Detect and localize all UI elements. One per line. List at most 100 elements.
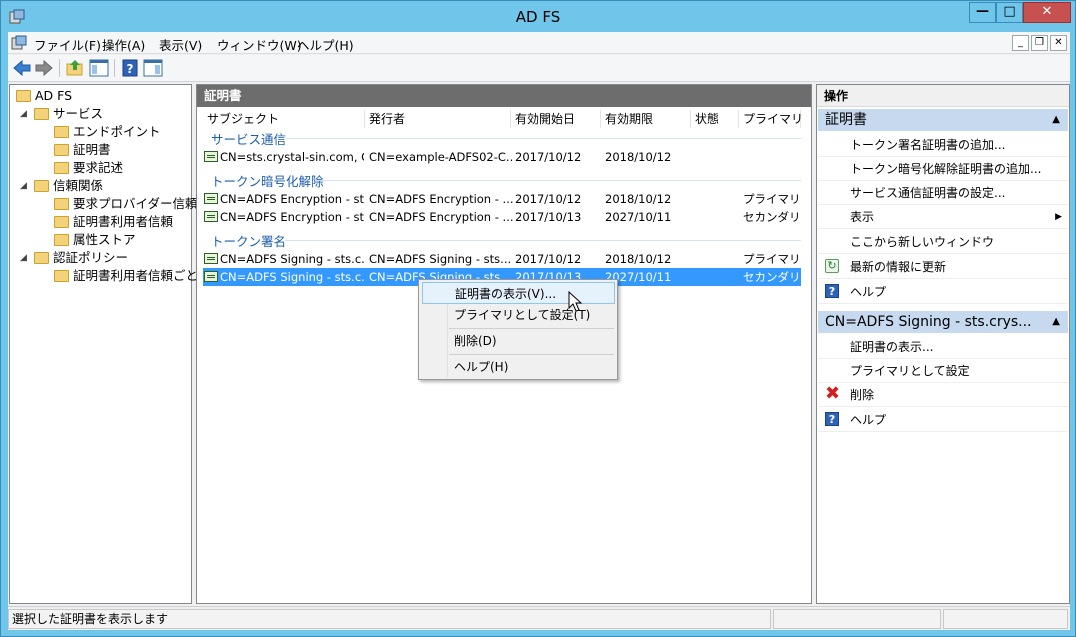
tree-node-relying-party-trusts[interactable]: 証明書利用者信頼 [54, 213, 173, 231]
context-menu: 証明書の表示(V)... プライマリとして設定(T) 削除(D) ヘルプ(H) [418, 279, 618, 380]
window-title: AD FS [515, 8, 561, 26]
close-button[interactable]: ✕ [1023, 2, 1071, 23]
actions-section-selected-cert[interactable]: CN=ADFS Signing - sts.crys... ▲ [818, 311, 1068, 333]
help-icon: ? [825, 284, 839, 298]
status-cell-3 [943, 609, 1068, 629]
title-bar[interactable]: AD FS — □ ✕ [1, 1, 1075, 33]
status-cell-2 [773, 609, 941, 629]
tree-node-attribute-stores[interactable]: 属性ストア [54, 231, 136, 249]
status-text: 選択した証明書を表示します [8, 609, 771, 629]
action-view[interactable]: 表示 ▶ [818, 205, 1068, 229]
show-hide-action-pane-icon[interactable] [142, 57, 164, 79]
action-help-selected[interactable]: ? ヘルプ [818, 408, 1068, 432]
menu-help[interactable]: ヘルプ(H) [297, 35, 354, 54]
folder-icon [54, 270, 69, 282]
group-service-communications: サービス通信 [211, 132, 287, 147]
context-help[interactable]: ヘルプ(H) [422, 356, 615, 378]
help-icon: ? [825, 412, 839, 426]
group-token-decrypting: トークン暗号化解除 [211, 174, 324, 189]
tree-node-certificates[interactable]: 証明書 [54, 141, 111, 159]
action-new-window[interactable]: ここから新しいウィンドウ [818, 230, 1068, 254]
action-add-token-decrypting-cert[interactable]: トークン暗号化解除証明書の追加... [818, 157, 1068, 181]
minimize-button[interactable]: — [969, 2, 996, 23]
help-icon[interactable]: ? [119, 57, 141, 79]
column-issuer[interactable]: 発行者 [365, 110, 511, 128]
tree-node-service[interactable]: サービス [34, 105, 103, 123]
svg-text:?: ? [127, 62, 134, 76]
context-delete[interactable]: 削除(D) [422, 330, 615, 352]
folder-icon [34, 252, 49, 264]
tree-node-claim-descriptions[interactable]: 要求記述 [54, 159, 123, 177]
expander-icon[interactable]: ◢ [20, 177, 30, 195]
action-add-token-signing-cert[interactable]: トークン署名証明書の追加... [818, 133, 1068, 157]
menu-file[interactable]: ファイル(F) [34, 35, 101, 54]
group-token-signing: トークン署名 [211, 234, 287, 249]
tree-node-per-relying-party-trust[interactable]: 証明書利用者信頼ごと [54, 267, 198, 285]
tree-node-endpoints[interactable]: エンドポイント [54, 123, 161, 141]
delete-icon: ✖ [825, 383, 841, 404]
action-view-certificate[interactable]: 証明書の表示... [818, 335, 1068, 359]
context-set-as-primary[interactable]: プライマリとして設定(T) [422, 304, 615, 326]
column-subject[interactable]: サブジェクト [203, 110, 365, 128]
tree-node-trust-relationships[interactable]: 信頼関係 [34, 177, 103, 195]
show-hide-tree-icon[interactable] [88, 57, 110, 79]
menu-action[interactable]: 操作(A) [102, 35, 145, 54]
table-row[interactable]: CN=ADFS Signing - sts.c... CN=ADFS Signi… [203, 250, 801, 268]
certificate-icon [204, 211, 218, 222]
action-set-service-comm-cert[interactable]: サービス通信証明書の設定... [818, 181, 1068, 205]
table-row[interactable]: CN=sts.crystal-sin.com, O... CN=example-… [203, 148, 801, 166]
table-row[interactable]: CN=ADFS Encryption - st... CN=ADFS Encry… [203, 190, 801, 208]
column-end-date[interactable]: 有効期限 [601, 110, 691, 128]
folder-icon [54, 144, 69, 156]
column-state[interactable]: 状態 [691, 110, 739, 128]
submenu-arrow-icon: ▶ [1055, 212, 1062, 222]
up-folder-icon[interactable] [64, 57, 86, 79]
collapse-icon[interactable]: ▲ [1052, 109, 1060, 131]
app-window: AD FS — □ ✕ ファイル(F) 操作(A) 表示(V) ウィンドウ(W)… [0, 0, 1076, 637]
back-icon[interactable] [11, 57, 33, 79]
forward-icon[interactable] [33, 57, 55, 79]
certificate-icon [204, 193, 218, 204]
pane-title: 証明書 [197, 85, 811, 107]
actions-title: 操作 [817, 85, 1069, 107]
column-start-date[interactable]: 有効開始日 [511, 110, 601, 128]
actions-section-certificates[interactable]: 証明書 ▲ [818, 109, 1068, 131]
mdi-close-button[interactable]: ✕ [1050, 35, 1067, 51]
action-refresh[interactable]: ↻ 最新の情報に更新 [818, 255, 1068, 279]
tree-node-claims-provider-trusts[interactable]: 要求プロバイダー信頼 [54, 195, 198, 213]
action-set-as-primary[interactable]: プライマリとして設定 [818, 359, 1068, 383]
group-divider [315, 180, 801, 181]
action-delete[interactable]: ✖ 削除 [818, 383, 1068, 407]
folder-icon [54, 162, 69, 174]
menu-window[interactable]: ウィンドウ(W) [217, 35, 302, 54]
expander-icon[interactable]: ◢ [20, 249, 30, 267]
mouse-cursor-icon [568, 291, 582, 312]
menu-view[interactable]: 表示(V) [159, 35, 202, 54]
console-tree: AD FS ◢ サービス エンドポイント 証明書 要求記述 ◢ 信頼関係 要求プ… [9, 84, 198, 604]
mdi-minimize-button[interactable]: _ [1012, 35, 1029, 51]
folder-icon [34, 108, 49, 120]
console-icon[interactable] [11, 35, 27, 51]
menu-bar: ファイル(F) 操作(A) 表示(V) ウィンドウ(W) ヘルプ(H) _ ❐ … [8, 32, 1070, 54]
toolbar-separator [114, 59, 115, 77]
certificate-icon [204, 271, 218, 282]
maximize-button[interactable]: □ [996, 2, 1023, 23]
expander-icon[interactable]: ◢ [20, 105, 30, 123]
context-separator [449, 354, 614, 355]
tree-node-adfs[interactable]: AD FS [16, 87, 72, 105]
refresh-icon: ↻ [825, 259, 839, 273]
column-primary[interactable]: プライマリ [739, 110, 803, 128]
collapse-icon[interactable]: ▲ [1052, 311, 1060, 333]
tree-node-authentication-policies[interactable]: 認証ポリシー [34, 249, 128, 267]
group-divider [285, 138, 801, 139]
toolbar-separator [59, 59, 60, 77]
action-help[interactable]: ? ヘルプ [818, 280, 1068, 304]
folder-icon [34, 180, 49, 192]
folder-icon [54, 216, 69, 228]
mdi-restore-button[interactable]: ❐ [1031, 35, 1048, 51]
context-view-certificate[interactable]: 証明書の表示(V)... [422, 282, 615, 304]
table-row[interactable]: CN=ADFS Encryption - st... CN=ADFS Encry… [203, 208, 801, 226]
group-divider [285, 240, 801, 241]
status-bar: 選択した証明書を表示します [8, 606, 1070, 630]
toolbar: ? [8, 55, 1070, 82]
